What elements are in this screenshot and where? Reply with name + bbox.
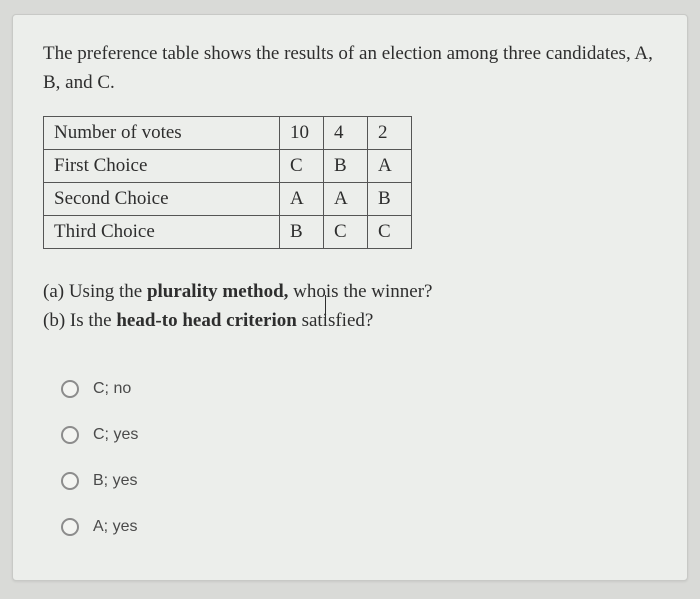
cell: B bbox=[368, 182, 412, 215]
option-label: C; no bbox=[93, 380, 131, 398]
table-row: First Choice C B A bbox=[44, 149, 412, 182]
subquestions: (a) Using the plurality method, whois th… bbox=[43, 277, 657, 336]
question-a: (a) Using the plurality method, whois th… bbox=[43, 277, 657, 306]
answer-options: C; no C; yes B; yes A; yes bbox=[43, 366, 657, 550]
intro-text: The preference table shows the results o… bbox=[43, 39, 657, 98]
row-label: Second Choice bbox=[44, 182, 280, 215]
radio-icon bbox=[61, 472, 79, 490]
table-row: Third Choice B C C bbox=[44, 215, 412, 248]
option-b-yes[interactable]: B; yes bbox=[61, 458, 657, 504]
table-row: Number of votes 10 4 2 bbox=[44, 116, 412, 149]
cell: A bbox=[280, 182, 324, 215]
text: (a) Using the bbox=[43, 281, 147, 302]
text: who bbox=[288, 281, 325, 302]
cell: A bbox=[324, 182, 368, 215]
radio-icon bbox=[61, 426, 79, 444]
cell: A bbox=[368, 149, 412, 182]
row-label: Third Choice bbox=[44, 215, 280, 248]
cell: C bbox=[368, 215, 412, 248]
cell: 10 bbox=[280, 116, 324, 149]
text: satisfied? bbox=[297, 310, 374, 331]
cell: C bbox=[324, 215, 368, 248]
question-card: The preference table shows the results o… bbox=[12, 14, 688, 581]
radio-icon bbox=[61, 518, 79, 536]
question-b: (b) Is the head-to head criterion satisf… bbox=[43, 306, 657, 335]
text-bold: head-to head criterion bbox=[116, 310, 296, 331]
cell: C bbox=[280, 149, 324, 182]
text-bold: plurality method, bbox=[147, 281, 288, 302]
cell: B bbox=[324, 149, 368, 182]
cell: 2 bbox=[368, 116, 412, 149]
table-row: Second Choice A A B bbox=[44, 182, 412, 215]
cell: 4 bbox=[324, 116, 368, 149]
option-c-no[interactable]: C; no bbox=[61, 366, 657, 412]
option-label: A; yes bbox=[93, 518, 137, 536]
cell: B bbox=[280, 215, 324, 248]
option-label: C; yes bbox=[93, 426, 138, 444]
option-c-yes[interactable]: C; yes bbox=[61, 412, 657, 458]
radio-icon bbox=[61, 380, 79, 398]
row-label: Number of votes bbox=[44, 116, 280, 149]
text: is the winner? bbox=[326, 281, 433, 302]
preference-table: Number of votes 10 4 2 First Choice C B … bbox=[43, 116, 412, 249]
option-label: B; yes bbox=[93, 472, 137, 490]
text: (b) Is the bbox=[43, 310, 116, 331]
row-label: First Choice bbox=[44, 149, 280, 182]
option-a-yes[interactable]: A; yes bbox=[61, 504, 657, 550]
